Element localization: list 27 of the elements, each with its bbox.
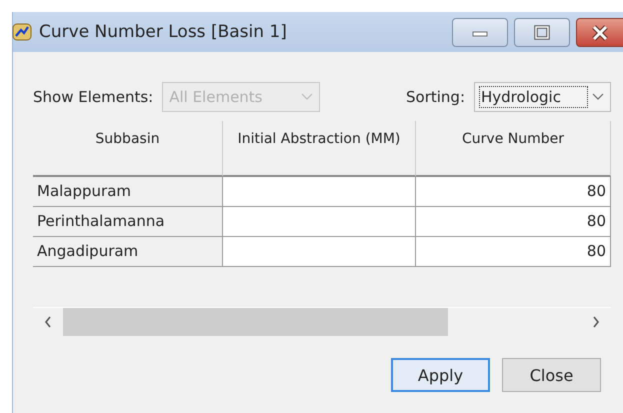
column-header[interactable]: Initial Abstraction (MM) [223, 121, 416, 177]
app-icon [11, 22, 33, 42]
minimize-button[interactable] [452, 18, 508, 47]
table-cell: 80 [416, 177, 611, 207]
table-cell: Malappuram [33, 177, 223, 207]
maximize-icon [532, 24, 552, 40]
close-button[interactable] [576, 18, 623, 47]
dropdown[interactable]: Hydrologic [474, 82, 611, 112]
filter-label: Show Elements: [33, 88, 154, 106]
table-cell: 80 [416, 237, 611, 267]
caret-icon [592, 93, 604, 101]
table-cell: 80 [416, 207, 611, 237]
table-cell: Perinthalamanna [33, 207, 223, 237]
column-header[interactable]: Curve Number [416, 121, 611, 177]
scrollbar-thumb[interactable] [63, 308, 448, 336]
dialog-button[interactable]: Close [502, 358, 601, 392]
close-icon [589, 24, 611, 42]
window-title: Curve Number Loss [Basin 1] [39, 22, 288, 42]
scroll-right-icon[interactable] [591, 315, 601, 329]
scroll-left-icon[interactable] [43, 315, 53, 329]
column-header[interactable]: Subbasin [33, 121, 223, 177]
caret-icon [301, 93, 314, 101]
table-cell: Angadipuram [33, 237, 223, 267]
dialog-button[interactable]: Apply [391, 358, 490, 392]
maximize-button[interactable] [514, 18, 570, 47]
horizontal-scrollbar[interactable] [33, 307, 611, 336]
filter-label: Sorting: [406, 88, 465, 106]
